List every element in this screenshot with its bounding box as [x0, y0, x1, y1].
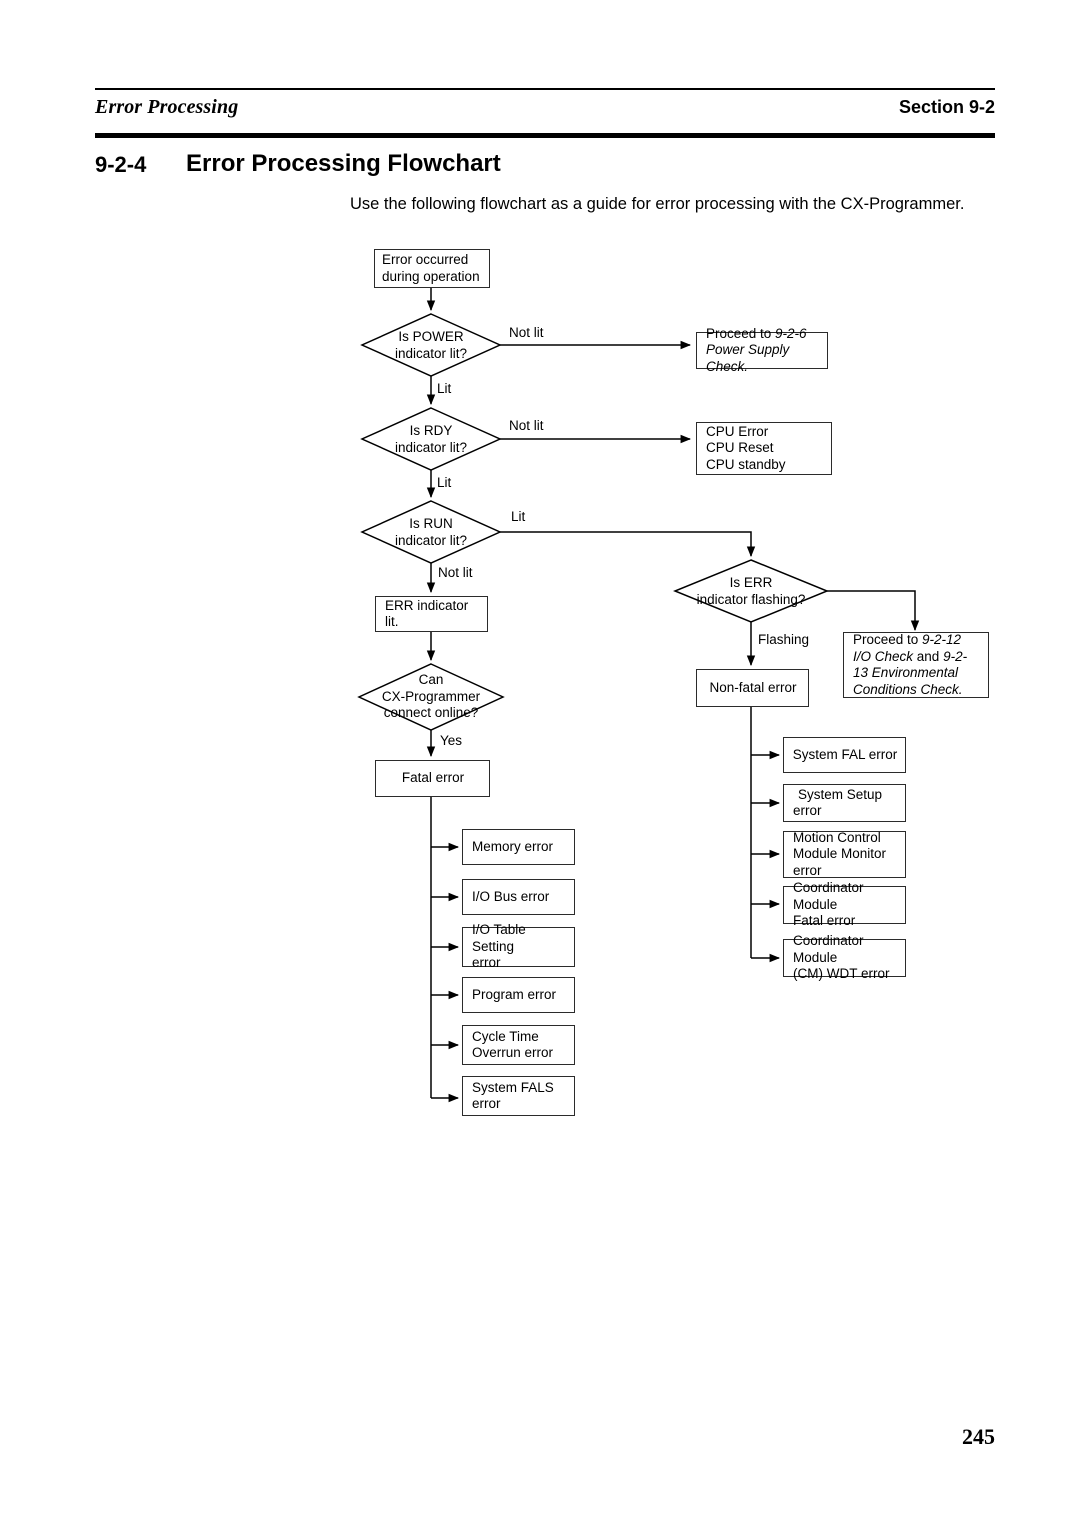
edge-label-run-lit: Lit	[511, 509, 526, 524]
power-ref-number: 9-2-6	[775, 325, 807, 341]
flowchart-connectors	[357, 288, 920, 1103]
fatal-item-2-line1: I/O Table Setting	[472, 922, 526, 954]
node-fatal-cycle-time-overrun-error: Cycle Time Overrun error	[462, 1025, 575, 1065]
decision-cx-label: Can CX-Programmer connect online?	[356, 672, 506, 722]
node-nonfatal-system-setup-error: System Setup error	[783, 784, 906, 822]
node-error-occurred-line2: during operation	[382, 268, 480, 284]
fatal-item-0-line1: Memory error	[472, 838, 554, 854]
fatal-item-4-line1: Cycle Time	[472, 1028, 539, 1044]
error-processing-flowchart: Error occurred during operation Is POWER…	[0, 0, 1080, 1527]
io-ref-lead: Proceed to	[853, 632, 923, 647]
node-err-indicator-lit: ERR indicator lit.	[375, 596, 488, 632]
nonfatal-item-1-line1: System Setup	[798, 786, 883, 802]
cpu-box-line3: CPU standby	[706, 456, 786, 472]
node-nonfatal-system-fal-error: System FAL error	[783, 737, 906, 773]
decision-err-label: Is ERR indicator flashing?	[671, 575, 831, 608]
node-error-occurred-line1: Error occurred	[382, 252, 469, 267]
node-nonfatal-coordinator-module-fatal-error: Coordinator Module Fatal error	[783, 880, 906, 928]
power-ref-lead: Proceed to	[706, 325, 776, 341]
nonfatal-item-2-line2: Module Monitor	[793, 846, 887, 862]
decision-cx-line2: CX-Programmer	[381, 688, 481, 704]
decision-cx-line1: Can	[418, 672, 444, 687]
decision-power-label: Is POWER indicator lit?	[361, 329, 501, 362]
edge-label-err-flashing: Flashing	[758, 632, 810, 647]
node-io-environmental-check-ref: Proceed to 9-2-12 I/O Check and 9-2-13 E…	[843, 632, 989, 698]
edge-label-run-not-lit: Not lit	[438, 565, 473, 580]
cpu-box-line2: CPU Reset	[706, 440, 774, 456]
io-ref-text: Proceed to 9-2-12 I/O Check and 9-2-13 E…	[853, 632, 982, 698]
edge-label-rdy-not-lit: Not lit	[509, 418, 544, 433]
fatal-item-1-line1: I/O Bus error	[472, 888, 550, 904]
edge-label-cx-yes: Yes	[440, 733, 463, 748]
fatal-item-5-line2: error	[472, 1096, 501, 1111]
nonfatal-item-3-line2: Fatal error	[793, 913, 856, 929]
decision-cx-line3: connect online?	[383, 705, 479, 720]
node-nonfatal-motion-control-module-monitor-error: Motion Control Module Monitor error	[783, 829, 906, 878]
nonfatal-item-2-line3: error	[793, 862, 822, 878]
node-fatal-memory-error: Memory error	[462, 829, 575, 865]
io-ref-conjunction: and	[913, 648, 944, 664]
nonfatal-item-4-line2: (CM) WDT error	[793, 966, 890, 982]
decision-rdy-line2: indicator lit?	[394, 439, 468, 455]
node-fatal-program-error: Program error	[462, 977, 575, 1013]
edge-label-power-lit: Lit	[437, 381, 452, 396]
decision-run-line1: Is RUN	[409, 516, 453, 531]
node-fatal-io-bus-error: I/O Bus error	[462, 879, 575, 915]
node-fatal-io-table-setting-error: I/O Table Setting error	[462, 922, 575, 970]
fatal-item-3-line1: Program error	[472, 986, 557, 1002]
nonfatal-item-2-line1: Motion Control	[793, 829, 881, 845]
decision-run-label: Is RUN indicator lit?	[361, 516, 501, 549]
fatal-item-2-line2: error	[472, 955, 501, 971]
nonfatal-item-1-line2: error	[793, 803, 822, 818]
decision-rdy-label: Is RDY indicator lit?	[361, 423, 501, 456]
node-error-occurred: Error occurred during operation	[374, 249, 490, 288]
decision-power-line1: Is POWER	[398, 329, 464, 344]
power-ref-title: Power Supply Check.	[706, 342, 790, 374]
node-fatal-system-fals-error: System FALS error	[462, 1076, 575, 1116]
fatal-item-4-line2: Overrun error	[472, 1045, 554, 1060]
power-ref-line1: Proceed to 9-2-6	[706, 326, 821, 343]
node-fatal-error: Fatal error	[375, 760, 490, 797]
edge-label-rdy-lit: Lit	[437, 475, 452, 490]
decision-err-line1: Is ERR	[729, 575, 773, 590]
nonfatal-item-3-line1: Coordinator Module	[793, 880, 864, 912]
page-number: 245	[962, 1424, 995, 1449]
node-non-fatal-error: Non-fatal error	[696, 669, 809, 707]
decision-power-line2: indicator lit?	[394, 345, 468, 361]
nonfatal-item-4-line1: Coordinator Module	[793, 933, 864, 965]
decision-rdy-line1: Is RDY	[409, 423, 453, 438]
node-power-supply-check-ref: Proceed to 9-2-6 Power Supply Check.	[696, 326, 828, 374]
decision-err-line2: indicator flashing?	[696, 591, 806, 607]
node-nonfatal-coordinator-module-wdt-error: Coordinator Module (CM) WDT error	[783, 933, 906, 981]
node-cpu-error: CPU Error CPU Reset CPU standby	[696, 422, 832, 475]
edge-label-power-not-lit: Not lit	[509, 325, 544, 340]
manual-page: Error Processing Section 9-2 9-2-4 Error…	[0, 0, 1080, 1527]
cpu-box-line1: CPU Error	[706, 423, 769, 439]
nonfatal-item-0-line1: System FAL error	[792, 746, 898, 762]
decision-run-line2: indicator lit?	[394, 532, 468, 548]
fatal-item-5-line1: System FALS	[472, 1079, 554, 1095]
